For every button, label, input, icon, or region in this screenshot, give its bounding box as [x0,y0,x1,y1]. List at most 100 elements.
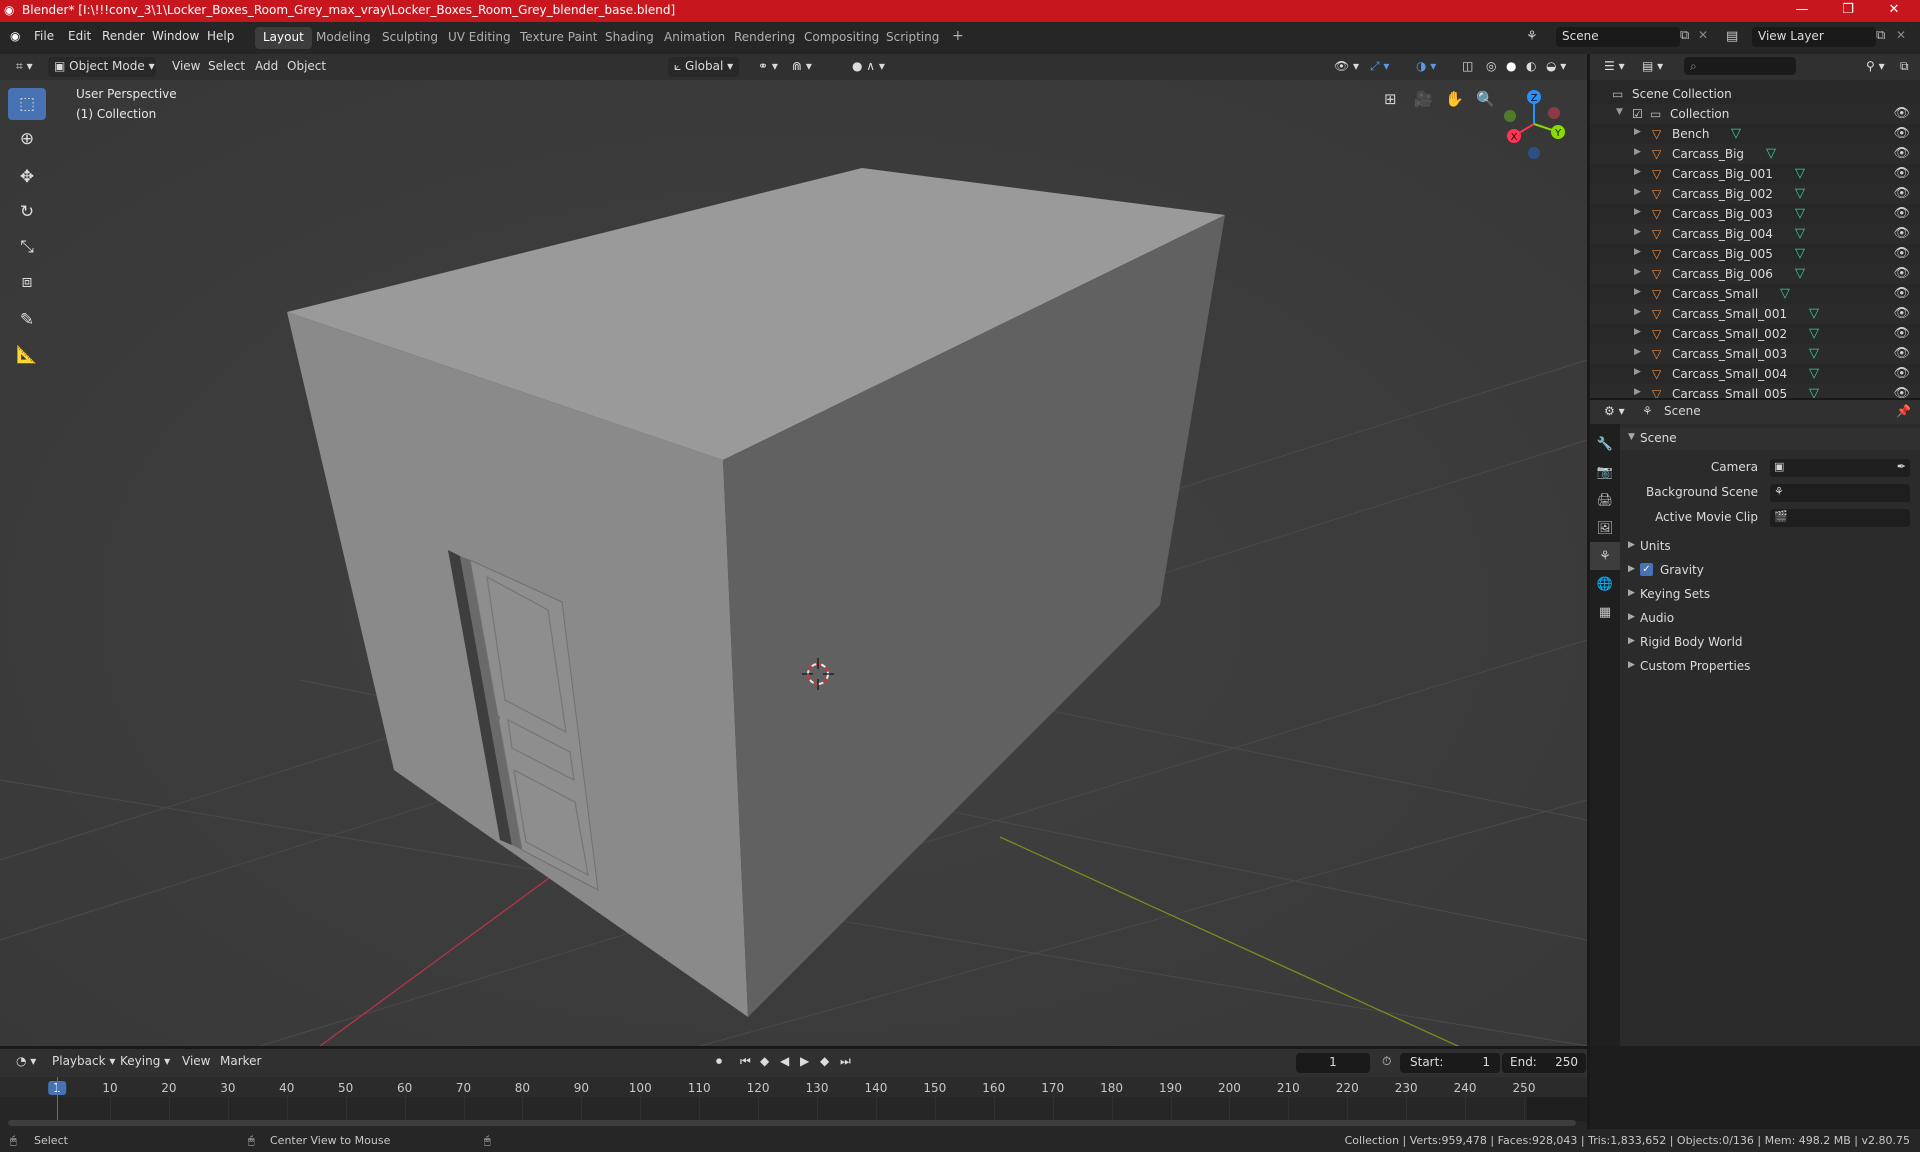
outliner-object-row[interactable]: ▶ ▽ Carcass_Big_001 ▽ 👁 [1590,164,1920,184]
eye-icon[interactable]: 👁 [1893,286,1910,301]
tab-modeling[interactable]: Modeling [308,27,379,49]
eye-icon[interactable]: 👁 [1893,306,1910,321]
outliner-object-row[interactable]: ▶ ▽ Carcass_Small_004 ▽ 👁 [1590,364,1920,384]
mode-dropdown[interactable]: ▣ Object Mode ▾ [48,57,156,77]
start-frame-field[interactable]: Start: 1 [1400,1053,1500,1073]
camera-view-icon[interactable]: 🎥 [1414,90,1433,108]
snap-icon[interactable]: ⋒ ▾ [786,57,818,77]
clock-icon[interactable]: ⏱ [1376,1052,1397,1072]
eye-icon[interactable]: 👁 [1893,266,1910,281]
play-reverse-icon[interactable]: ◀ [774,1052,795,1072]
rotate-icon[interactable]: ↻ [8,196,46,228]
mesh-data-icon[interactable]: ▽ [1795,226,1805,241]
outliner-object-row[interactable]: ▶ ▽ Carcass_Big ▽ 👁 [1590,144,1920,164]
outliner-object-row[interactable]: ▶ ▽ Carcass_Big_006 ▽ 👁 [1590,264,1920,284]
mesh-data-icon[interactable]: ▽ [1795,206,1805,221]
tab-compositing[interactable]: Compositing [796,27,887,49]
audio-panel[interactable]: ▶ Audio [1620,608,1920,630]
view-layer-icon[interactable]: ▤ [1726,29,1738,44]
pin-icon[interactable]: 📌 [1896,404,1911,418]
eye-icon[interactable]: 👁 [1893,386,1910,398]
expand-arrow-icon[interactable]: ▶ [1634,307,1641,317]
menu-render[interactable]: Render [102,29,145,43]
rigid-body-world-panel[interactable]: ▶ Rigid Body World [1620,632,1920,654]
end-frame-field[interactable]: End: 250 [1502,1053,1586,1073]
scene-selector-icon[interactable]: ⚘ [1526,29,1538,44]
gizmo-icon[interactable]: ⤢ ▾ [1364,57,1395,77]
tab-sculpting[interactable]: Sculpting [374,27,446,49]
record-button[interactable]: ⏺ [710,1052,728,1072]
outliner-object-row[interactable]: ▶ ▽ Carcass_Big_004 ▽ 👁 [1590,224,1920,244]
area-divider[interactable] [1590,398,1920,400]
expand-arrow-icon[interactable]: ▼ [1616,107,1623,117]
new-scene-icon[interactable]: ⧉ [1680,28,1689,43]
delete-scene-icon[interactable]: ✕ [1698,28,1708,42]
pan-hand-icon[interactable]: ✋ [1445,90,1464,108]
prev-keyframe-icon[interactable]: ◆ [754,1052,775,1072]
units-panel[interactable]: ▶ Units [1620,536,1920,558]
eye-icon[interactable]: 👁 [1893,146,1910,161]
outliner-object-row[interactable]: ▶ ▽ Carcass_Small_005 ▽ 👁 [1590,384,1920,398]
outliner-scene-collection[interactable]: ▭ Scene Collection [1590,84,1920,104]
scale-icon[interactable]: ⤡ [8,231,46,263]
minimize-button[interactable]: — [1782,2,1822,17]
new-view-layer-icon[interactable]: ⧉ [1876,28,1885,43]
active-movie-clip-field[interactable]: 🎬 [1770,509,1910,527]
3d-viewport[interactable]: ⊞ 🎥 ✋ 🔍 Z Y X [0,80,1587,1046]
mesh-data-icon[interactable]: ▽ [1809,366,1819,381]
toggle-ortho-icon[interactable]: ⊞ [1384,90,1397,108]
eyedropper-icon[interactable]: ✒ [1897,460,1906,473]
eye-icon[interactable]: 👁 [1893,326,1910,341]
next-keyframe-icon[interactable]: ◆ [814,1052,835,1072]
expand-arrow-icon[interactable]: ▶ [1634,167,1641,177]
expand-arrow-icon[interactable]: ▶ [1634,267,1641,277]
outliner-object-row[interactable]: ▶ ▽ Carcass_Big_005 ▽ 👁 [1590,244,1920,264]
tab-scripting[interactable]: Scripting [878,27,947,49]
outliner-object-row[interactable]: ▶ ▽ Carcass_Small_001 ▽ 👁 [1590,304,1920,324]
blender-menu-icon[interactable]: ◉ [10,29,20,43]
close-button[interactable]: ✕ [1874,2,1914,17]
mesh-data-icon[interactable]: ▽ [1809,326,1819,341]
eye-icon[interactable]: 👁 [1893,206,1910,221]
mesh-data-icon[interactable]: ▽ [1795,186,1805,201]
menu-object[interactable]: Object [281,57,332,77]
menu-keying[interactable]: Keying ▾ [114,1052,176,1072]
menu-timeline-view[interactable]: View [176,1052,216,1072]
eye-icon[interactable]: 👁 [1893,126,1910,141]
expand-arrow-icon[interactable]: ▶ [1634,367,1641,377]
timeline[interactable]: 1102030405060708090100110120130140150160… [0,1077,1587,1129]
mesh-data-icon[interactable]: ▽ [1766,146,1776,161]
menu-edit[interactable]: Edit [68,29,91,43]
expand-arrow-icon[interactable]: ▶ [1634,347,1641,357]
proportional-edit-icon[interactable]: ● ∧ ▾ [846,57,891,77]
expand-arrow-icon[interactable]: ▶ [1634,327,1641,337]
outliner-collection[interactable]: ▼ ☑ ▭ Collection 👁 [1590,104,1920,124]
mesh-data-icon[interactable]: ▽ [1809,306,1819,321]
editor-type-icon[interactable]: ⌗ ▾ [10,57,39,77]
transform-icon[interactable]: ⧈ [8,266,46,298]
expand-arrow-icon[interactable]: ▶ [1634,147,1641,157]
current-frame-field[interactable]: 1 [1296,1053,1370,1073]
properties-editor-icon[interactable]: ⚙ ▾ [1598,402,1631,422]
annotate-icon[interactable]: ✎ [8,304,46,336]
menu-window[interactable]: Window [152,29,199,43]
zoom-icon[interactable]: 🔍 [1476,90,1495,108]
visibility-icon[interactable]: 👁 ▾ [1328,57,1365,77]
overlay-icon[interactable]: ◑ ▾ [1410,57,1442,77]
outliner-object-row[interactable]: ▶ ▽ Bench ▽ 👁 [1590,124,1920,144]
expand-arrow-icon[interactable]: ▶ [1634,187,1641,197]
measure-icon[interactable]: 📐 [8,339,46,371]
timeline-scrollbar[interactable] [8,1120,1576,1126]
eye-icon[interactable]: 👁 [1893,186,1910,201]
outliner-object-row[interactable]: ▶ ▽ Carcass_Big_002 ▽ 👁 [1590,184,1920,204]
eye-icon[interactable]: 👁 [1893,246,1910,261]
tab-layout[interactable]: Layout [255,27,312,49]
texture-tab-icon[interactable]: ▦ [1590,598,1620,626]
tool-tab-icon[interactable]: 🔧 [1590,430,1620,458]
tab-shading[interactable]: Shading [597,27,662,49]
outliner-editor-icon[interactable]: ☰ ▾ [1598,57,1631,77]
tab-animation[interactable]: Animation [656,27,733,49]
expand-arrow-icon[interactable]: ▶ [1634,127,1641,137]
maximize-button[interactable]: ❐ [1828,2,1868,17]
transform-orientation-dropdown[interactable]: ⟀ Global ▾ [668,57,740,77]
